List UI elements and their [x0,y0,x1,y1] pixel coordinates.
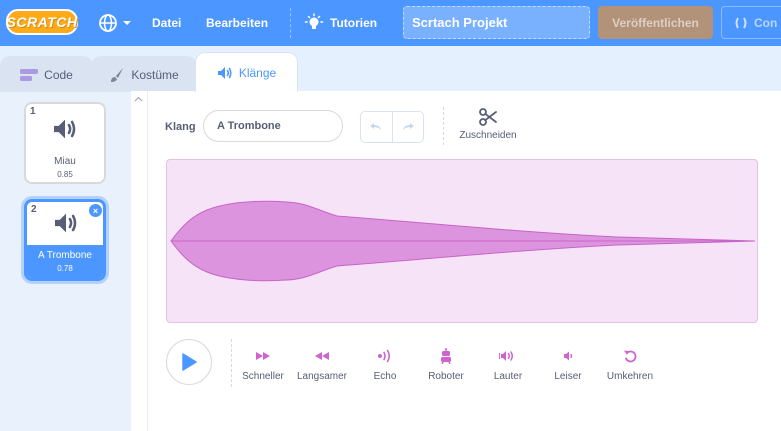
remix-label: Con [754,15,778,30]
toolbar-divider [443,107,444,145]
effect-echo-button[interactable]: Echo [355,347,415,382]
volume-down-icon [562,347,574,365]
sound-name: A Trombone [38,250,92,261]
sound-tile-selected[interactable]: 2 × A Trombone 0.78 [24,199,106,281]
remix-button[interactable]: Con [721,6,781,39]
effect-robot-button[interactable]: Roboter [416,347,476,382]
rewind-icon [314,347,330,365]
tab-sounds-label: Klänge [238,65,277,80]
delete-sound-button[interactable]: × [89,204,102,217]
publish-button[interactable]: Veröffentlichen [598,6,713,39]
play-icon [182,353,197,371]
caret-down-icon [123,21,131,25]
menu-divider [290,8,291,38]
sound-name-label: Klang [165,121,196,133]
effect-louder-button[interactable]: Lauter [478,347,538,382]
scroll-up-icon[interactable] [134,95,143,104]
tutorials-label: Tutorien [330,16,378,30]
reverse-icon [623,347,637,365]
speaker-icon [52,118,78,145]
effect-label: Lauter [493,371,523,382]
lightbulb-icon [304,13,324,29]
effect-label: Umkehren [606,371,654,382]
menu-bar: SCRATCH Datei Bearbeiten Tutorien Scrtac… [0,0,781,46]
speaker-icon [217,66,232,79]
sound-editor: Klang A Trombone Zuschneiden Schneller L… [148,91,781,431]
sound-duration: 0.78 [57,264,73,273]
waveform [170,200,756,282]
tab-costumes-label: Kostüme [131,67,179,82]
effect-label: Langsamer [296,371,348,382]
redo-icon [402,123,414,130]
scissors-icon [479,108,497,126]
fast-forward-icon [255,347,271,365]
tab-code-label: Code [44,67,73,82]
play-button[interactable] [166,339,212,385]
echo-icon [377,347,393,365]
effect-faster-button[interactable]: Schneller [233,347,293,382]
robot-icon [439,347,453,365]
scratch-logo[interactable]: SCRATCH [6,9,78,35]
trim-label: Zuschneiden [459,130,517,141]
globe-icon [99,14,117,32]
undo-button[interactable] [361,112,392,142]
trim-button[interactable]: Zuschneiden [453,107,523,147]
sound-name: Miau [54,156,76,167]
undo-icon [370,123,382,130]
remix-icon [735,16,747,29]
tab-sounds[interactable]: Klänge [195,52,298,92]
sound-duration: 0.85 [57,170,73,179]
file-menu[interactable]: Datei [152,0,181,46]
effect-label: Leiser [554,371,582,382]
undo-redo-group [360,111,424,143]
tab-costumes[interactable]: Kostüme [91,56,197,92]
project-title-input[interactable]: Scrtach Projekt [403,6,590,39]
sound-tile[interactable]: 1 Miau 0.85 [24,102,106,184]
volume-up-icon [499,347,517,365]
edit-menu[interactable]: Bearbeiten [206,0,268,46]
speaker-icon [53,212,79,239]
effect-label: Roboter [428,371,464,382]
effect-label: Echo [373,371,397,382]
sound-list: 1 Miau 0.85 2 × A Trombone 0.78 [0,91,131,431]
sound-index: 1 [30,106,36,117]
brush-icon [111,67,124,82]
code-icon [20,68,39,81]
effect-slower-button[interactable]: Langsamer [292,347,352,382]
effects-divider [231,339,232,387]
effect-softer-button[interactable]: Leiser [538,347,598,382]
sound-name-input[interactable]: A Trombone [203,110,343,142]
sound-index: 2 [31,204,37,215]
language-menu[interactable] [98,0,132,46]
scroll-strip [131,91,148,431]
effect-label: Schneller [242,371,284,382]
redo-button[interactable] [391,112,424,142]
tutorials-menu[interactable]: Tutorien [304,0,377,46]
effect-reverse-button[interactable]: Umkehren [600,347,660,382]
tab-code[interactable]: Code [0,56,93,92]
waveform-container[interactable] [166,159,758,323]
